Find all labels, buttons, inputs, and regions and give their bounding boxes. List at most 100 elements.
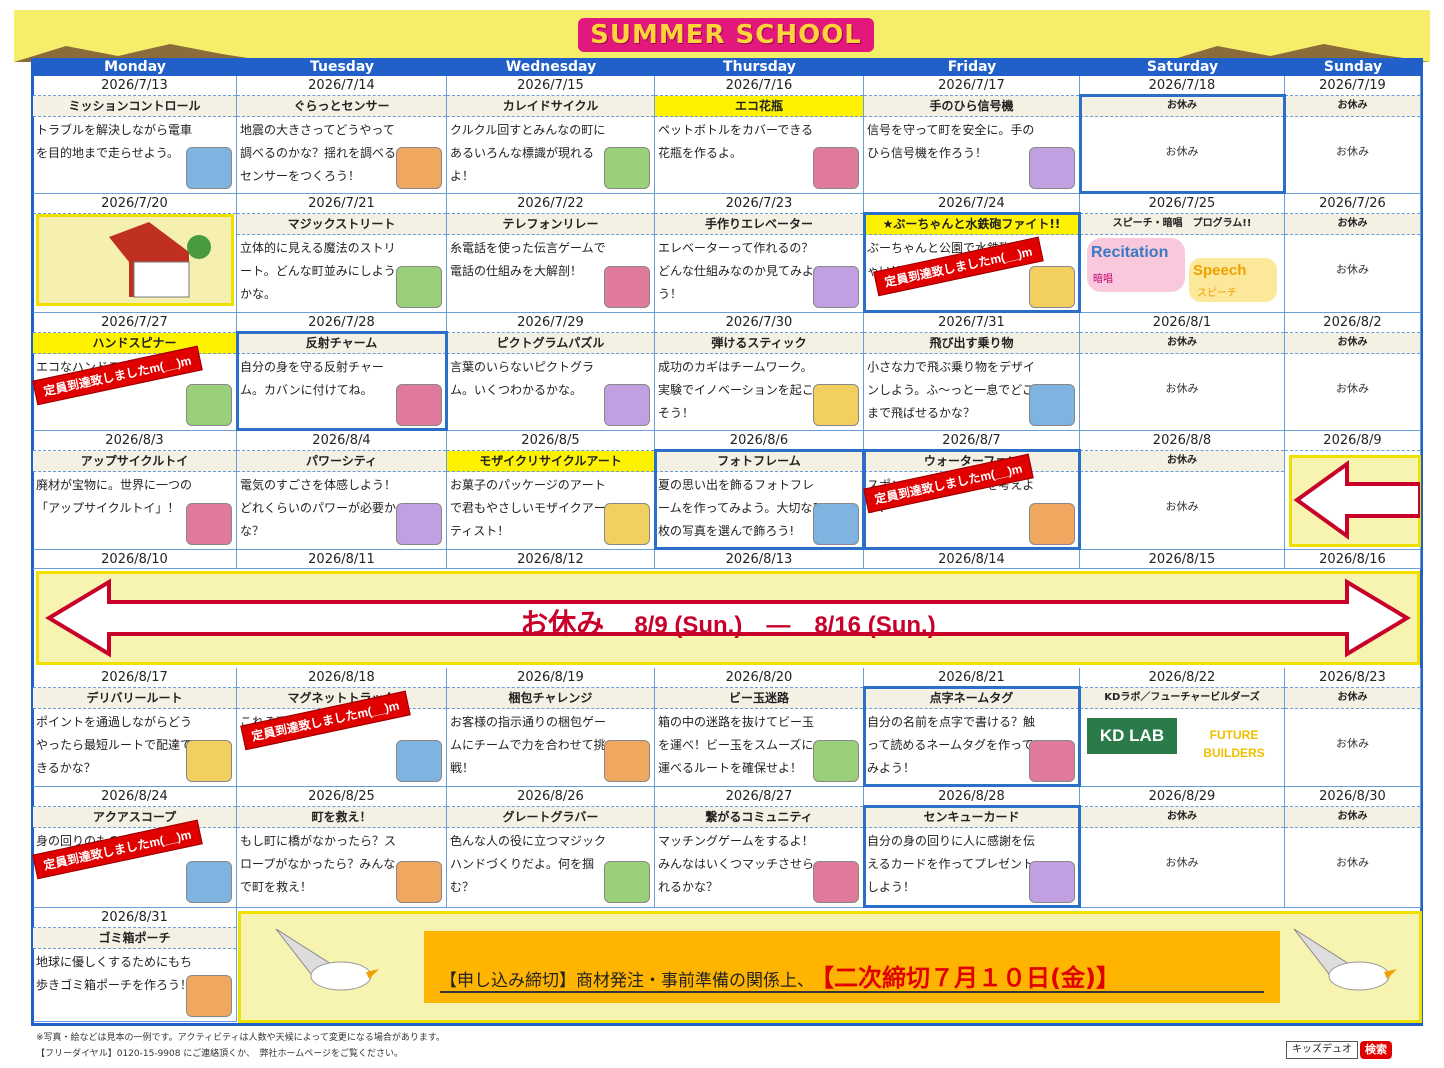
day-cell[interactable]: 2026/7/26 お休み お休み: [1285, 194, 1421, 313]
day-cell[interactable]: 2026/7/28 反射チャーム 自分の身を守る反射チャーム。カバンに付けてね。: [237, 313, 447, 431]
activity-illustration-icon: [1029, 503, 1075, 545]
cell-date: 2026/7/29: [447, 313, 654, 333]
day-cell[interactable]: 2026/8/17 デリバリールート ポイントを通過しながらどうやったら最短ルートで…: [33, 668, 237, 787]
day-cell[interactable]: 2026/8/31 ゴミ箱ポーチ 地球に優しくするためにもち歩きゴミ箱ポーチを作ろう…: [33, 908, 237, 1022]
activity-title: アクアスコープ: [33, 807, 236, 828]
activity-title: お休み: [1285, 688, 1420, 709]
activity-illustration-icon: [186, 740, 232, 782]
activity-title: ビー玉迷路: [655, 688, 863, 709]
day-cell[interactable]: 2026/7/23 手作りエレベーター エレベーターって作れるの？どんな仕組みなのか…: [655, 194, 864, 313]
cell-date: 2026/8/17: [33, 668, 236, 688]
day-cell[interactable]: 2026/8/28 センキューカード 自分の身の回りに人に感謝を伝えるカードを作って…: [864, 787, 1080, 908]
cell-date: 2026/8/31: [33, 908, 236, 928]
day-cell[interactable]: 2026/7/19 お休み お休み: [1285, 76, 1421, 194]
day-cell[interactable]: 2026/7/17 手のひら信号機 信号を守って町を安全に。手のひら信号機を作ろう！: [864, 76, 1080, 194]
day-cell[interactable]: 2026/8/6 フォトフレーム 夏の思い出を飾るフォトフレームを作ってみよう。大切…: [655, 431, 864, 550]
day-cell[interactable]: 2026/7/14 ぐらっとセンサー 地震の大きさってどうやって調べるのかな？揺れを…: [237, 76, 447, 194]
cell-date: 2026/7/22: [447, 194, 654, 214]
holiday-banner: お休み 8/9 (Sun.) ― 8/16 (Sun.): [36, 571, 1420, 665]
activity-title: カレイドサイクル: [447, 96, 654, 117]
search-button[interactable]: 検索: [1360, 1041, 1392, 1059]
day-cell[interactable]: 2026/7/30 弾けるスティック 成功のカギはチームワーク。実験でイノベーション…: [655, 313, 864, 431]
day-cell[interactable]: 2026/8/21 点字ネームタグ 自分の名前を点字で書ける？触って読めるネームタグ…: [864, 668, 1080, 787]
activity-illustration-icon: [604, 861, 650, 903]
day-cell[interactable]: 2026/8/30 お休み お休み: [1285, 787, 1421, 908]
cell-date: 2026/7/18: [1080, 76, 1284, 96]
activity-title: 手作りエレベーター: [655, 214, 863, 235]
day-header-wed: Wednesday: [447, 58, 655, 76]
day-cell[interactable]: 2026/8/13: [655, 550, 864, 569]
cell-date: 2026/7/14: [237, 76, 446, 96]
holiday-range: 8/9 (Sun.) ― 8/16 (Sun.): [634, 612, 936, 639]
activity-title: お休み: [1285, 333, 1420, 354]
activity-illustration-icon: [604, 384, 650, 426]
activity-title: スピーチ・暗唱 プログラム!!: [1080, 214, 1284, 235]
day-cell[interactable]: 2026/8/29 お休み お休み: [1080, 787, 1285, 908]
day-cell[interactable]: 2026/8/5 モザイクリサイクルアート お菓子のパッケージのアートで君もやさしい…: [447, 431, 655, 550]
cell-date: 2026/8/18: [237, 668, 446, 688]
day-cell[interactable]: 2026/8/10: [33, 550, 237, 569]
cell-date: 2026/8/16: [1285, 550, 1420, 568]
cell-date: 2026/8/2: [1285, 313, 1420, 333]
activity-title: モザイクリサイクルアート: [447, 451, 654, 472]
cell-date: 2026/8/3: [33, 431, 236, 451]
activity-title: パワーシティ: [237, 451, 446, 472]
activity-title: 町を救え！: [237, 807, 446, 828]
day-cell[interactable]: 2026/8/15: [1080, 550, 1285, 569]
day-cell[interactable]: 2026/7/21 マジックストリート 立体的に見える魔法のストリート。どんな町並み…: [237, 194, 447, 313]
day-cell[interactable]: 2026/8/26 グレートグラバー 色んな人の役に立つマジックハンドづくりだよ。何…: [447, 787, 655, 908]
holiday-label: お休み: [520, 608, 605, 639]
activity-illustration-icon: [396, 266, 442, 308]
kdlab-card: KD LAB FUTURE BUILDERS: [1081, 708, 1284, 784]
day-cell[interactable]: 2026/7/29 ピクトグラムパズル 言葉のいらないピクトグラム。いくつわかるかな…: [447, 313, 655, 431]
day-cell[interactable]: 2026/8/14: [864, 550, 1080, 569]
day-cell[interactable]: 2026/8/8 お休み お休み: [1080, 431, 1285, 550]
seagull-icon: [275, 928, 379, 991]
day-header-tue: Tuesday: [237, 58, 447, 76]
activity-illustration-icon: [813, 503, 859, 545]
cell-date: 2026/8/29: [1080, 787, 1284, 807]
day-cell[interactable]: 2026/8/27 繋がるコミュニティ マッチングゲームをするよ！みんなはいくつマッ…: [655, 787, 864, 908]
day-cell[interactable]: 2026/8/2 お休み お休み: [1285, 313, 1421, 431]
day-cell[interactable]: 2026/7/13 ミッションコントロール トラブルを解決しながら電車を目的地まで走…: [33, 76, 237, 194]
day-cell[interactable]: 2026/8/4 パワーシティ 電気のすごさを体感しよう！どれくらいのパワーが必要か…: [237, 431, 447, 550]
day-cell[interactable]: 2026/8/1 お休み お休み: [1080, 313, 1285, 431]
day-cell[interactable]: 2026/8/16: [1285, 550, 1421, 569]
page-title: SUMMER SCHOOL 2026: [578, 18, 874, 84]
speech-jp-label: スピーチ: [1197, 288, 1237, 299]
activity-title: 繋がるコミュニティ: [655, 807, 863, 828]
holiday-note: お休み: [1165, 856, 1199, 869]
day-cell[interactable]: 2026/7/16 エコ花瓶 ペットボトルをカバーできる花瓶を作るよ。: [655, 76, 864, 194]
holiday-note: お休み: [1165, 500, 1199, 513]
activity-illustration-icon: [186, 503, 232, 545]
cell-date: 2026/7/15: [447, 76, 654, 96]
cell-date: 2026/8/22: [1080, 668, 1284, 688]
day-cell[interactable]: 2026/7/18 お休み お休み: [1080, 76, 1285, 194]
activity-illustration-icon: [186, 384, 232, 426]
cell-date: 2026/7/20: [33, 194, 236, 214]
seagull-icon: [1293, 928, 1397, 991]
activity-title: ゴミ箱ポーチ: [33, 928, 236, 949]
day-cell[interactable]: 2026/8/23 お休み お休み: [1285, 668, 1421, 787]
activity-title: KDラボ／フューチャービルダーズ: [1080, 688, 1284, 709]
day-cell[interactable]: 2026/8/25 町を救え！ もし町に橋がなかったら？スロープがなかったら？みんな…: [237, 787, 447, 908]
day-cell[interactable]: 2026/8/19 梱包チャレンジ お客様の指示通りの梱包ゲームにチームで力を合わせ…: [447, 668, 655, 787]
activity-title: フォトフレーム: [655, 451, 863, 472]
activity-title: ★ぶーちゃんと水鉄砲ファイト!!: [864, 214, 1079, 235]
activity-title: エコ花瓶: [655, 96, 863, 117]
activity-illustration-icon: [813, 740, 859, 782]
day-cell[interactable]: 2026/8/11: [237, 550, 447, 569]
day-cell[interactable]: 2026/7/22 テレフォンリレー 糸電話を使った伝言ゲームで電話の仕組みを大解剖…: [447, 194, 655, 313]
day-cell[interactable]: 2026/7/31 飛び出す乗り物 小さな力で飛ぶ乗り物をデザインしよう。ふ～っと一…: [864, 313, 1080, 431]
cell-date: 2026/8/23: [1285, 668, 1420, 688]
day-cell[interactable]: 2026/8/3 アップサイクルトイ 廃材が宝物に。世界に一つの「アップサイクルトイ…: [33, 431, 237, 550]
day-cell[interactable]: 2026/8/20 ビー玉迷路 箱の中の迷路を抜けてビー玉を運べ！ビー玉をスムーズに…: [655, 668, 864, 787]
speech-program-card: Recitation 暗唱 Speech スピーチ: [1081, 234, 1284, 310]
day-cell[interactable]: 2026/8/12: [447, 550, 655, 569]
cell-date: 2026/8/4: [237, 431, 446, 451]
cell-date: 2026/8/8: [1080, 431, 1284, 451]
holiday-note: お休み: [1165, 145, 1199, 158]
activity-illustration-icon: [604, 740, 650, 782]
search-keyword[interactable]: キッズデュオ: [1286, 1041, 1358, 1059]
day-cell[interactable]: 2026/7/15 カレイドサイクル クルクル回すとみんなの町にあるいろんな標識が現…: [447, 76, 655, 194]
